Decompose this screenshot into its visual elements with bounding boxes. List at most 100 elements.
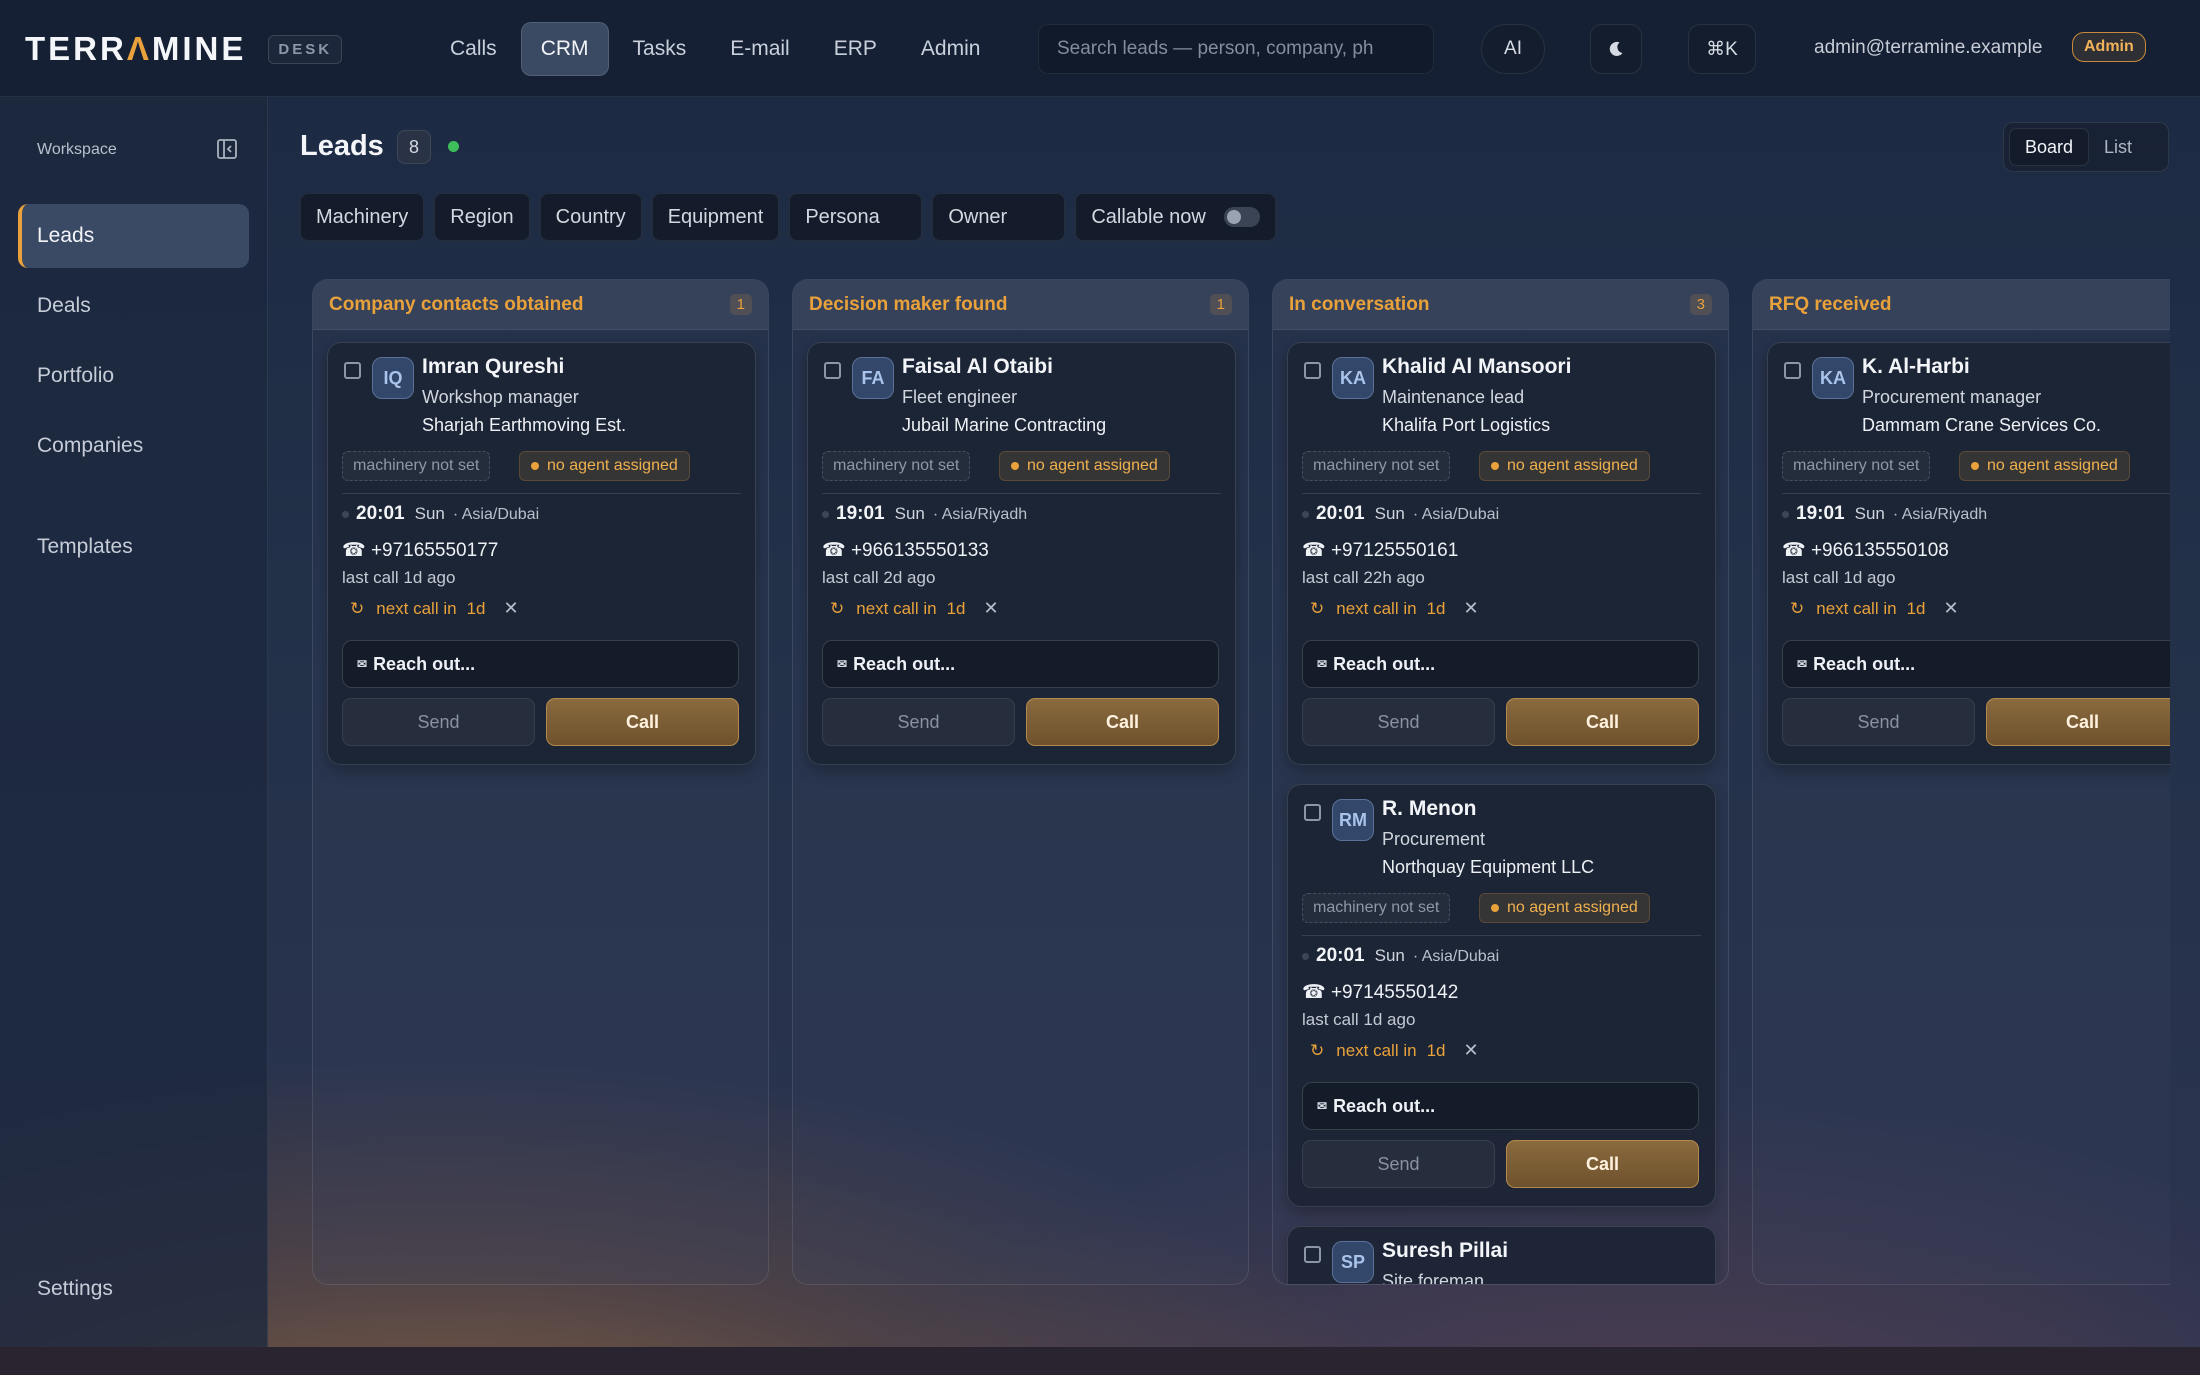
top-bar: TERRΛMINE DESK Calls CRM Tasks E-mail ER… xyxy=(0,0,2200,97)
filter-machinery[interactable]: Machinery xyxy=(300,193,425,241)
machinery-tag[interactable]: machinery not set xyxy=(342,451,491,481)
clear-icon[interactable]: ✕ xyxy=(1464,1040,1479,1061)
filter-owner[interactable]: Owner xyxy=(932,193,1066,241)
phone-number[interactable]: ☎ +97125550161 xyxy=(1302,539,1458,562)
lead-name[interactable]: K. Al-Harbi xyxy=(1862,355,1970,379)
phone-number[interactable]: ☎ +97145550142 xyxy=(1302,981,1458,1004)
nav-email[interactable]: E-mail xyxy=(710,22,810,76)
command-palette-button[interactable]: ⌘K xyxy=(1688,24,1756,74)
call-button[interactable]: Call xyxy=(1986,698,2170,746)
clear-icon[interactable]: ✕ xyxy=(504,598,519,619)
local-day: Sun xyxy=(1374,946,1405,965)
lead-card[interactable]: FA Faisal Al Otaibi Fleet engineer Jubail M… xyxy=(807,342,1236,765)
nav-admin[interactable]: Admin xyxy=(901,22,1001,76)
send-button[interactable]: Send xyxy=(1302,698,1495,746)
status-dot xyxy=(531,462,539,470)
call-button[interactable]: Call xyxy=(1506,698,1699,746)
lead-name[interactable]: R. Menon xyxy=(1382,797,1477,821)
machinery-tag[interactable]: machinery not set xyxy=(1302,893,1451,923)
lead-card[interactable]: RM R. Menon Procurement Northquay Equipment… xyxy=(1287,784,1716,1207)
nav-calls[interactable]: Calls xyxy=(430,22,517,76)
machinery-tag[interactable]: machinery not set xyxy=(822,451,971,481)
divider xyxy=(1302,493,1701,494)
filter-country[interactable]: Country xyxy=(539,193,642,241)
select-checkbox[interactable] xyxy=(1784,362,1801,379)
sidebar-item-deals[interactable]: Deals xyxy=(18,274,249,338)
reach-out-input[interactable]: ✉ Reach out... xyxy=(822,640,1219,688)
machinery-tag[interactable]: machinery not set xyxy=(1302,451,1451,481)
send-button[interactable]: Send xyxy=(1782,698,1975,746)
call-button[interactable]: Call xyxy=(546,698,739,746)
search-input[interactable] xyxy=(1038,24,1434,74)
main-nav: Calls CRM Tasks E-mail ERP Admin xyxy=(430,22,1004,76)
nav-tasks[interactable]: Tasks xyxy=(613,22,707,76)
agent-tag[interactable]: no agent assigned xyxy=(1479,893,1650,923)
local-time-row: 19:01 Sun · Asia/Riyadh xyxy=(822,503,1027,525)
clear-icon[interactable]: ✕ xyxy=(984,598,999,619)
lead-card[interactable]: KA Khalid Al Mansoori Maintenance lead Khal… xyxy=(1287,342,1716,765)
agent-tag[interactable]: no agent assigned xyxy=(999,451,1170,481)
select-checkbox[interactable] xyxy=(824,362,841,379)
user-email[interactable]: admin@terramine.example xyxy=(1814,37,2042,59)
sidebar-item-templates[interactable]: Templates xyxy=(18,515,249,579)
lead-card[interactable]: IQ Imran Qureshi Workshop manager Sharjah E… xyxy=(327,342,756,765)
filter-equipment[interactable]: Equipment xyxy=(651,193,780,241)
reach-out-input[interactable]: ✉ Reach out... xyxy=(1782,640,2170,688)
lead-company[interactable]: Khalifa Port Logistics xyxy=(1382,415,1550,436)
agent-tag[interactable]: no agent assigned xyxy=(1959,451,2130,481)
send-button[interactable]: Send xyxy=(822,698,1015,746)
send-button[interactable]: Send xyxy=(1302,1140,1495,1188)
lead-name[interactable]: Khalid Al Mansoori xyxy=(1382,355,1571,379)
call-button[interactable]: Call xyxy=(1506,1140,1699,1188)
reach-out-input[interactable]: ✉ Reach out... xyxy=(1302,640,1699,688)
lead-role: Maintenance lead xyxy=(1382,387,1525,407)
filter-persona[interactable]: Persona xyxy=(789,193,923,241)
nav-erp[interactable]: ERP xyxy=(814,22,897,76)
select-checkbox[interactable] xyxy=(344,362,361,379)
reach-out-input[interactable]: ✉ Reach out... xyxy=(342,640,739,688)
theme-toggle-button[interactable] xyxy=(1590,24,1642,74)
clear-icon[interactable]: ✕ xyxy=(1464,598,1479,619)
sidebar-item-portfolio[interactable]: Portfolio xyxy=(18,344,249,408)
lead-name[interactable]: Faisal Al Otaibi xyxy=(902,355,1053,379)
lead-company[interactable]: Jubail Marine Contracting xyxy=(902,415,1106,436)
select-checkbox[interactable] xyxy=(1304,804,1321,821)
last-call-text: last call 22h ago xyxy=(1302,568,1425,587)
reach-out-input[interactable]: ✉ Reach out... xyxy=(1302,1082,1699,1130)
app-logo[interactable]: TERRΛMINE DESK xyxy=(25,30,343,68)
phone-number[interactable]: ☎ +966135550108 xyxy=(1782,539,1949,562)
nav-crm[interactable]: CRM xyxy=(520,22,609,76)
send-button[interactable]: Send xyxy=(342,698,535,746)
callable-now-toggle[interactable] xyxy=(1223,207,1260,227)
sidebar-item-settings[interactable]: Settings xyxy=(37,1277,113,1301)
machinery-tag[interactable]: machinery not set xyxy=(1782,451,1931,481)
lead-company[interactable]: Sharjah Earthmoving Est. xyxy=(422,415,626,436)
ai-button[interactable]: AI xyxy=(1481,24,1545,74)
lead-name[interactable]: Suresh Pillai xyxy=(1382,1239,1508,1263)
lead-card[interactable]: SP Suresh Pillai Site foreman xyxy=(1287,1226,1716,1284)
select-checkbox[interactable] xyxy=(1304,362,1321,379)
lead-company[interactable]: Northquay Equipment LLC xyxy=(1382,857,1594,878)
reach-out-label: Reach out... xyxy=(1813,653,1916,674)
phone-number[interactable]: ☎ +97165550177 xyxy=(342,539,498,562)
filter-region[interactable]: Region xyxy=(434,193,530,241)
lead-card[interactable]: KA K. Al-Harbi Procurement manager Dammam C… xyxy=(1767,342,2170,765)
sidebar-collapse-icon[interactable] xyxy=(216,138,238,160)
sidebar-item-companies[interactable]: Companies xyxy=(18,414,249,478)
lead-name[interactable]: Imran Qureshi xyxy=(422,355,564,379)
phone-number[interactable]: ☎ +966135550133 xyxy=(822,539,989,562)
agent-tag[interactable]: no agent assigned xyxy=(1479,451,1650,481)
callable-now-filter[interactable]: Callable now xyxy=(1075,193,1276,241)
call-button[interactable]: Call xyxy=(1026,698,1219,746)
board-view-button[interactable]: Board xyxy=(2009,128,2090,166)
list-view-button[interactable]: List xyxy=(2089,128,2147,166)
select-checkbox[interactable] xyxy=(1304,1246,1321,1263)
clock-dot-icon xyxy=(822,510,829,518)
agent-tag[interactable]: no agent assigned xyxy=(519,451,690,481)
timezone: · Asia/Dubai xyxy=(452,506,540,523)
avatar: FA xyxy=(852,357,894,399)
next-call-days: 1d xyxy=(1426,598,1446,618)
lead-company[interactable]: Dammam Crane Services Co. xyxy=(1862,415,2101,436)
clear-icon[interactable]: ✕ xyxy=(1944,598,1959,619)
sidebar-item-leads[interactable]: Leads xyxy=(18,204,249,268)
